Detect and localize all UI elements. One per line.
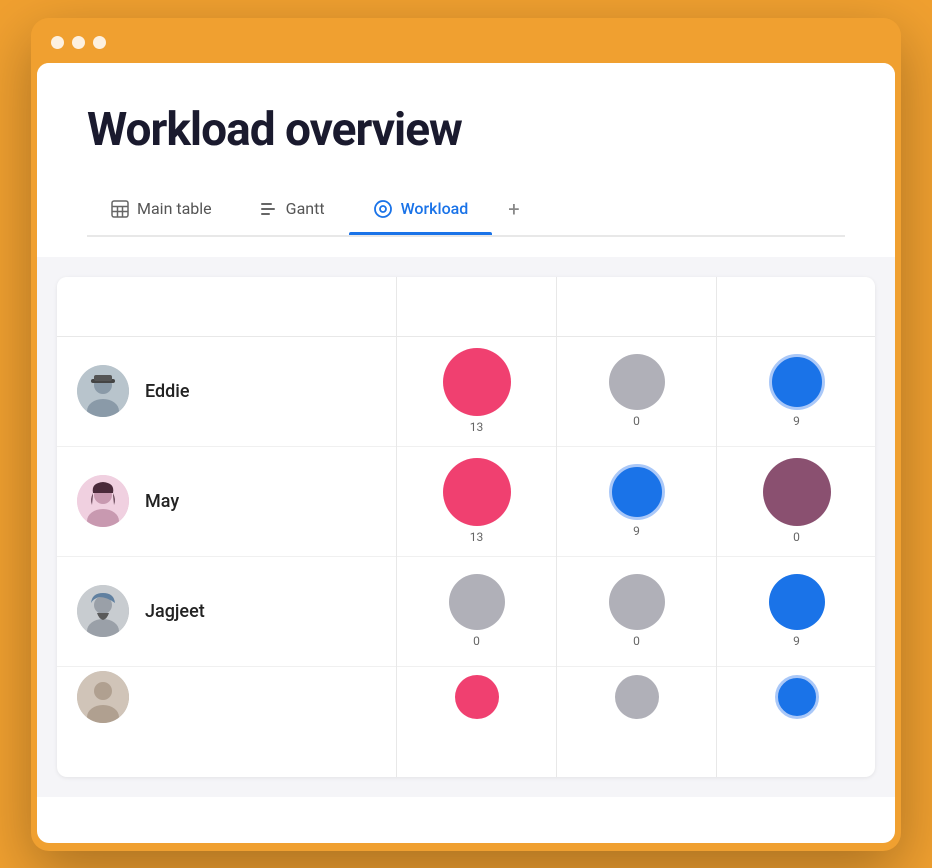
bubble-may-col2 xyxy=(609,464,665,520)
tab-add-label: + xyxy=(508,197,519,221)
avatar-fourth xyxy=(77,671,129,723)
content-area: Eddie xyxy=(37,257,895,797)
traffic-light-2 xyxy=(72,36,85,49)
data-cell-jagjeet-col1: 0 xyxy=(397,557,556,667)
data-columns: 13 13 0 xyxy=(397,277,875,777)
bubble-fourth-col1 xyxy=(455,675,499,719)
data-cell-fourth-col2 xyxy=(557,667,716,727)
count-eddie-col2: 0 xyxy=(633,414,640,428)
bubble-eddie-col1 xyxy=(443,348,511,416)
data-cell-fourth-col1 xyxy=(397,667,556,727)
count-may-col1: 13 xyxy=(470,530,484,544)
bubble-eddie-col2 xyxy=(609,354,665,410)
tab-main-table-label: Main table xyxy=(137,199,212,218)
data-col-1-header xyxy=(397,277,556,337)
tab-gantt-label: Gantt xyxy=(286,199,325,218)
data-cell-eddie-col3: 9 xyxy=(717,337,875,447)
tab-workload-label: Workload xyxy=(401,199,469,218)
count-jagjeet-col2: 0 xyxy=(633,634,640,648)
window-content: Workload overview Main table xyxy=(37,63,895,843)
data-cell-jagjeet-col3: 9 xyxy=(717,557,875,667)
person-name-may: May xyxy=(145,491,179,512)
count-eddie-col3: 9 xyxy=(793,414,800,428)
tabs-bar: Main table Gantt xyxy=(87,187,845,237)
data-col-3: 9 0 9 xyxy=(717,277,875,777)
data-cell-may-col2: 9 xyxy=(557,447,716,557)
count-jagjeet-col3: 9 xyxy=(793,634,800,648)
avatar-eddie xyxy=(77,365,129,417)
traffic-light-3 xyxy=(93,36,106,49)
data-col-2-header xyxy=(557,277,716,337)
tab-main-table[interactable]: Main table xyxy=(87,189,236,232)
header-section: Workload overview Main table xyxy=(37,63,895,257)
workload-table: Eddie xyxy=(57,277,875,777)
table-icon xyxy=(111,200,129,218)
person-row-fourth xyxy=(57,667,396,727)
data-cell-jagjeet-col2: 0 xyxy=(557,557,716,667)
person-name-jagjeet: Jagjeet xyxy=(145,601,205,622)
bubble-jagjeet-col3 xyxy=(769,574,825,630)
tab-add[interactable]: + xyxy=(492,187,535,235)
person-row-jagjeet: Jagjeet xyxy=(57,557,396,667)
bubble-jagjeet-col2 xyxy=(609,574,665,630)
bubble-jagjeet-col1 xyxy=(449,574,505,630)
avatar-may xyxy=(77,475,129,527)
count-eddie-col1: 13 xyxy=(470,420,484,434)
person-row-may: May xyxy=(57,447,396,557)
bubble-eddie-col3 xyxy=(769,354,825,410)
data-cell-may-col1: 13 xyxy=(397,447,556,557)
gantt-icon xyxy=(260,200,278,218)
data-cell-fourth-col3 xyxy=(717,667,875,727)
tab-gantt[interactable]: Gantt xyxy=(236,189,349,232)
page-title: Workload overview xyxy=(87,103,845,157)
traffic-light-1 xyxy=(51,36,64,49)
people-col-header xyxy=(57,277,396,337)
bubble-fourth-col3 xyxy=(775,675,819,719)
data-cell-eddie-col2: 0 xyxy=(557,337,716,447)
data-col-3-header xyxy=(717,277,875,337)
count-jagjeet-col1: 0 xyxy=(473,634,480,648)
workload-icon xyxy=(373,199,393,219)
person-row-eddie: Eddie xyxy=(57,337,396,447)
data-col-1: 13 13 0 xyxy=(397,277,557,777)
person-name-eddie: Eddie xyxy=(145,381,190,402)
title-bar xyxy=(31,18,901,63)
avatar-jagjeet xyxy=(77,585,129,637)
count-may-col3: 0 xyxy=(793,530,800,544)
tab-workload[interactable]: Workload xyxy=(349,189,493,233)
bubble-may-col1 xyxy=(443,458,511,526)
data-col-2: 0 9 0 xyxy=(557,277,717,777)
data-cell-eddie-col1: 13 xyxy=(397,337,556,447)
bubble-fourth-col2 xyxy=(615,675,659,719)
app-window: Workload overview Main table xyxy=(31,18,901,851)
people-column: Eddie xyxy=(57,277,397,777)
data-cell-may-col3: 0 xyxy=(717,447,875,557)
count-may-col2: 9 xyxy=(633,524,640,538)
bubble-may-col3 xyxy=(763,458,831,526)
